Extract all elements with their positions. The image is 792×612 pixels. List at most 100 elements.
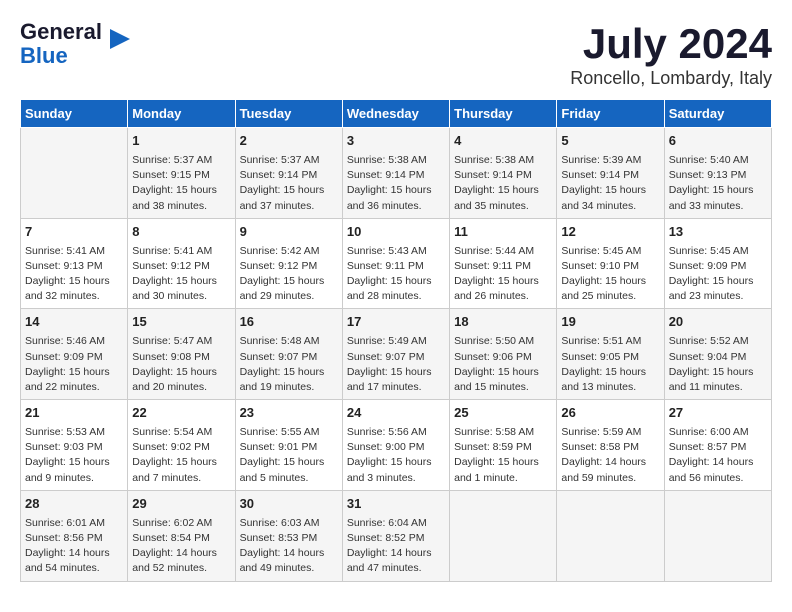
calendar-day-cell: 3Sunrise: 5:38 AMSunset: 9:14 PMDaylight… <box>342 128 449 219</box>
day-info-text: Sunset: 9:11 PM <box>347 259 445 274</box>
day-info-text: Daylight: 15 hours <box>561 183 659 198</box>
day-info-text: Sunrise: 5:39 AM <box>561 153 659 168</box>
calendar-day-cell: 27Sunrise: 6:00 AMSunset: 8:57 PMDayligh… <box>664 400 771 491</box>
day-info-text: Sunset: 8:52 PM <box>347 531 445 546</box>
day-number: 5 <box>561 132 659 151</box>
day-info-text: Sunset: 8:59 PM <box>454 440 552 455</box>
day-of-week-header: Tuesday <box>235 100 342 128</box>
day-info-text: Sunrise: 5:41 AM <box>132 244 230 259</box>
page-header: General Blue July 2024 Roncello, Lombard… <box>20 20 772 89</box>
day-number: 12 <box>561 223 659 242</box>
day-number: 20 <box>669 313 767 332</box>
day-info-text: Sunset: 9:12 PM <box>132 259 230 274</box>
day-info-text: Sunset: 9:13 PM <box>669 168 767 183</box>
day-info-text: Sunset: 9:05 PM <box>561 350 659 365</box>
day-info-text: Sunset: 9:14 PM <box>454 168 552 183</box>
day-info-text: Sunrise: 5:58 AM <box>454 425 552 440</box>
day-info-text: Sunrise: 5:47 AM <box>132 334 230 349</box>
day-info-text: Sunrise: 5:44 AM <box>454 244 552 259</box>
day-info-text: and 30 minutes. <box>132 289 230 304</box>
day-info-text: and 36 minutes. <box>347 199 445 214</box>
day-info-text: and 34 minutes. <box>561 199 659 214</box>
day-number: 6 <box>669 132 767 151</box>
day-info-text: Daylight: 15 hours <box>669 274 767 289</box>
calendar-day-cell: 16Sunrise: 5:48 AMSunset: 9:07 PMDayligh… <box>235 309 342 400</box>
day-of-week-header: Monday <box>128 100 235 128</box>
day-number: 26 <box>561 404 659 423</box>
calendar-day-cell: 2Sunrise: 5:37 AMSunset: 9:14 PMDaylight… <box>235 128 342 219</box>
calendar-day-cell: 11Sunrise: 5:44 AMSunset: 9:11 PMDayligh… <box>450 218 557 309</box>
day-number: 23 <box>240 404 338 423</box>
logo: General Blue <box>20 20 134 68</box>
logo-arrow-icon <box>106 25 134 53</box>
day-info-text: Sunrise: 5:42 AM <box>240 244 338 259</box>
day-number: 17 <box>347 313 445 332</box>
day-info-text: Daylight: 15 hours <box>347 274 445 289</box>
day-info-text: Sunset: 9:12 PM <box>240 259 338 274</box>
day-info-text: and 52 minutes. <box>132 561 230 576</box>
day-info-text: and 26 minutes. <box>454 289 552 304</box>
calendar-day-cell: 1Sunrise: 5:37 AMSunset: 9:15 PMDaylight… <box>128 128 235 219</box>
calendar-day-cell: 17Sunrise: 5:49 AMSunset: 9:07 PMDayligh… <box>342 309 449 400</box>
day-info-text: Daylight: 15 hours <box>240 183 338 198</box>
day-info-text: and 29 minutes. <box>240 289 338 304</box>
day-info-text: and 25 minutes. <box>561 289 659 304</box>
day-info-text: Daylight: 15 hours <box>561 365 659 380</box>
day-info-text: Sunset: 9:08 PM <box>132 350 230 365</box>
day-number: 18 <box>454 313 552 332</box>
day-number: 7 <box>25 223 123 242</box>
day-info-text: and 59 minutes. <box>561 471 659 486</box>
day-info-text: Sunset: 9:06 PM <box>454 350 552 365</box>
calendar-day-cell: 15Sunrise: 5:47 AMSunset: 9:08 PMDayligh… <box>128 309 235 400</box>
day-info-text: Sunrise: 5:43 AM <box>347 244 445 259</box>
day-info-text: Daylight: 15 hours <box>240 365 338 380</box>
calendar-day-cell <box>450 490 557 581</box>
day-of-week-header: Sunday <box>21 100 128 128</box>
page-subtitle: Roncello, Lombardy, Italy <box>570 68 772 89</box>
day-info-text: Sunset: 8:56 PM <box>25 531 123 546</box>
calendar-day-cell: 20Sunrise: 5:52 AMSunset: 9:04 PMDayligh… <box>664 309 771 400</box>
day-info-text: Sunrise: 5:46 AM <box>25 334 123 349</box>
day-info-text: Sunrise: 5:55 AM <box>240 425 338 440</box>
calendar-day-cell: 9Sunrise: 5:42 AMSunset: 9:12 PMDaylight… <box>235 218 342 309</box>
day-info-text: Sunset: 9:15 PM <box>132 168 230 183</box>
day-info-text: Sunrise: 5:38 AM <box>347 153 445 168</box>
day-number: 24 <box>347 404 445 423</box>
day-info-text: Sunrise: 6:04 AM <box>347 516 445 531</box>
day-number: 28 <box>25 495 123 514</box>
day-number: 9 <box>240 223 338 242</box>
day-info-text: and 5 minutes. <box>240 471 338 486</box>
day-info-text: Daylight: 15 hours <box>454 274 552 289</box>
day-info-text: Daylight: 15 hours <box>132 274 230 289</box>
day-info-text: Sunset: 9:09 PM <box>25 350 123 365</box>
day-info-text: and 9 minutes. <box>25 471 123 486</box>
day-info-text: Sunset: 9:02 PM <box>132 440 230 455</box>
day-number: 25 <box>454 404 552 423</box>
day-number: 27 <box>669 404 767 423</box>
day-info-text: and 11 minutes. <box>669 380 767 395</box>
day-info-text: Sunset: 8:57 PM <box>669 440 767 455</box>
day-info-text: and 38 minutes. <box>132 199 230 214</box>
calendar-header-row: SundayMondayTuesdayWednesdayThursdayFrid… <box>21 100 772 128</box>
day-info-text: Sunset: 9:04 PM <box>669 350 767 365</box>
calendar-day-cell: 5Sunrise: 5:39 AMSunset: 9:14 PMDaylight… <box>557 128 664 219</box>
day-info-text: Sunrise: 5:40 AM <box>669 153 767 168</box>
day-info-text: and 19 minutes. <box>240 380 338 395</box>
day-info-text: Sunset: 9:13 PM <box>25 259 123 274</box>
day-info-text: Daylight: 14 hours <box>132 546 230 561</box>
day-info-text: Sunset: 9:01 PM <box>240 440 338 455</box>
day-info-text: Sunrise: 5:50 AM <box>454 334 552 349</box>
day-info-text: and 22 minutes. <box>25 380 123 395</box>
day-info-text: Sunset: 9:03 PM <box>25 440 123 455</box>
day-info-text: Sunrise: 5:56 AM <box>347 425 445 440</box>
day-number: 4 <box>454 132 552 151</box>
day-info-text: and 49 minutes. <box>240 561 338 576</box>
day-info-text: Daylight: 15 hours <box>240 455 338 470</box>
calendar-week-row: 1Sunrise: 5:37 AMSunset: 9:15 PMDaylight… <box>21 128 772 219</box>
day-info-text: and 15 minutes. <box>454 380 552 395</box>
day-info-text: Sunrise: 5:52 AM <box>669 334 767 349</box>
calendar-day-cell: 24Sunrise: 5:56 AMSunset: 9:00 PMDayligh… <box>342 400 449 491</box>
day-number: 8 <box>132 223 230 242</box>
day-info-text: and 17 minutes. <box>347 380 445 395</box>
day-info-text: Daylight: 15 hours <box>132 455 230 470</box>
